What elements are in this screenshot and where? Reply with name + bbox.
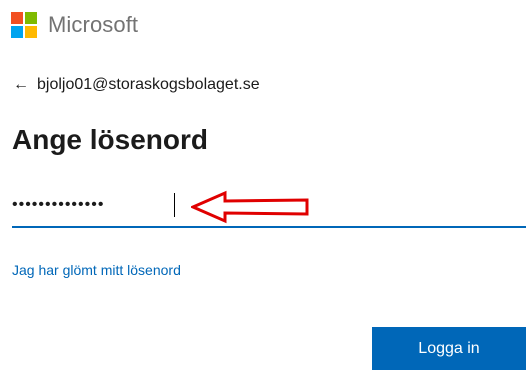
account-email: bjoljo01@storaskogsbolaget.se <box>37 76 260 93</box>
password-input[interactable] <box>12 190 172 220</box>
logo-square-blue <box>11 26 23 38</box>
sign-in-page: Microsoft ← bjoljo01@storaskogsbolaget.s… <box>0 0 526 370</box>
arrow-left-icon[interactable]: ← <box>13 76 29 94</box>
page-title: Ange lösenord <box>12 124 209 155</box>
sign-in-button[interactable]: Logga in <box>372 327 526 370</box>
brand-name: Microsoft <box>48 12 139 37</box>
logo-square-red <box>11 12 23 24</box>
forgot-password-link[interactable]: Jag har glömt mitt lösenord <box>12 262 181 278</box>
logo-square-yellow <box>25 26 37 38</box>
logo-square-green <box>25 12 37 24</box>
red-outline-arrow-left-icon <box>191 190 309 224</box>
brand-header: Microsoft <box>11 11 138 39</box>
identity-banner[interactable]: ← bjoljo01@storaskogsbolaget.se <box>13 76 260 94</box>
microsoft-logo-icon <box>11 12 37 38</box>
text-caret <box>174 193 175 217</box>
